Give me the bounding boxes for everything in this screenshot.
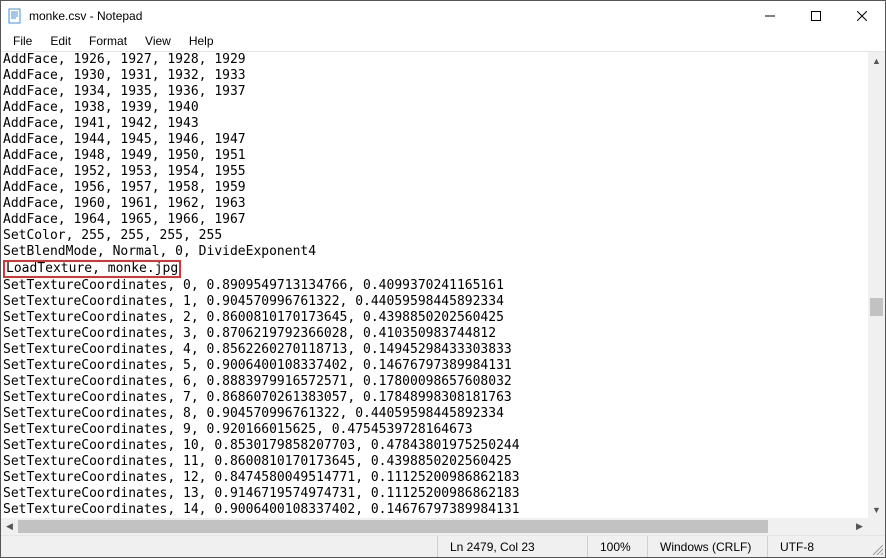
status-zoom: 100%	[587, 536, 647, 557]
text-content[interactable]: AddFace, 1926, 1927, 1928, 1929AddFace, …	[1, 52, 868, 518]
text-line: AddFace, 1934, 1935, 1936, 1937	[3, 84, 866, 100]
text-line: LoadTexture, monke.jpg	[3, 260, 866, 278]
vscroll-thumb[interactable]	[870, 298, 883, 316]
notepad-window: monke.csv - Notepad File Edit Format Vie…	[0, 0, 886, 558]
text-line: SetTextureCoordinates, 5, 0.900640010833…	[3, 358, 866, 374]
scroll-corner	[868, 518, 885, 535]
text-line: SetTextureCoordinates, 13, 0.91467195749…	[3, 486, 866, 502]
window-title: monke.csv - Notepad	[29, 9, 747, 23]
text-line: SetTextureCoordinates, 12, 0.84745800495…	[3, 470, 866, 486]
minimize-button[interactable]	[747, 1, 793, 31]
text-line: SetBlendMode, Normal, 0, DivideExponent4	[3, 244, 866, 260]
text-line: SetTextureCoordinates, 2, 0.860081017017…	[3, 310, 866, 326]
text-line: AddFace, 1964, 1965, 1966, 1967	[3, 212, 866, 228]
scroll-right-arrow-icon[interactable]: ▶	[851, 518, 868, 535]
text-line: AddFace, 1952, 1953, 1954, 1955	[3, 164, 866, 180]
text-line: SetTextureCoordinates, 0, 0.890954971313…	[3, 278, 866, 294]
text-line: SetTextureCoordinates, 3, 0.870621979236…	[3, 326, 866, 342]
text-line: SetTextureCoordinates, 10, 0.85301798582…	[3, 438, 866, 454]
horizontal-scrollbar[interactable]: ◀ ▶	[1, 518, 868, 535]
window-controls	[747, 1, 885, 31]
menu-view[interactable]: View	[137, 32, 179, 50]
text-line: AddFace, 1930, 1931, 1932, 1933	[3, 68, 866, 84]
maximize-button[interactable]	[793, 1, 839, 31]
text-line: SetTextureCoordinates, 4, 0.856226027011…	[3, 342, 866, 358]
scroll-up-arrow-icon[interactable]: ▲	[868, 52, 885, 69]
text-line: SetTextureCoordinates, 1, 0.904570996761…	[3, 294, 866, 310]
text-line: AddFace, 1926, 1927, 1928, 1929	[3, 52, 866, 68]
menu-edit[interactable]: Edit	[42, 32, 79, 50]
status-line-ending: Windows (CRLF)	[647, 536, 767, 557]
menu-file[interactable]: File	[5, 32, 40, 50]
titlebar[interactable]: monke.csv - Notepad	[1, 1, 885, 31]
close-icon	[857, 11, 867, 21]
vertical-scrollbar[interactable]: ▲ ▼	[868, 52, 885, 518]
text-line: AddFace, 1941, 1942, 1943	[3, 116, 866, 132]
highlighted-text: LoadTexture, monke.jpg	[3, 260, 181, 278]
text-line: SetColor, 255, 255, 255, 255	[3, 228, 866, 244]
statusbar: Ln 2479, Col 23 100% Windows (CRLF) UTF-…	[1, 535, 885, 557]
horizontal-scrollbar-row: ◀ ▶	[1, 518, 885, 535]
menu-help[interactable]: Help	[181, 32, 222, 50]
resize-grip[interactable]	[867, 536, 885, 557]
text-line: SetTextureCoordinates, 8, 0.904570996761…	[3, 406, 866, 422]
resize-grip-icon	[871, 543, 883, 555]
text-line: AddFace, 1956, 1957, 1958, 1959	[3, 180, 866, 196]
maximize-icon	[811, 11, 821, 21]
vscroll-track[interactable]	[868, 69, 885, 501]
text-line: SetTextureCoordinates, 7, 0.868607026138…	[3, 390, 866, 406]
close-button[interactable]	[839, 1, 885, 31]
editor-area: AddFace, 1926, 1927, 1928, 1929AddFace, …	[1, 51, 885, 518]
scroll-left-arrow-icon[interactable]: ◀	[1, 518, 18, 535]
text-line: AddFace, 1938, 1939, 1940	[3, 100, 866, 116]
minimize-icon	[765, 11, 775, 21]
hscroll-track[interactable]	[18, 518, 851, 535]
scroll-down-arrow-icon[interactable]: ▼	[868, 501, 885, 518]
status-position: Ln 2479, Col 23	[437, 536, 587, 557]
hscroll-thumb[interactable]	[18, 520, 768, 533]
menubar: File Edit Format View Help	[1, 31, 885, 51]
text-line: SetTextureCoordinates, 6, 0.888397991657…	[3, 374, 866, 390]
text-line: AddFace, 1948, 1949, 1950, 1951	[3, 148, 866, 164]
text-line: SetTextureCoordinates, 14, 0.90064001083…	[3, 502, 866, 518]
text-line: SetTextureCoordinates, 9, 0.920166015625…	[3, 422, 866, 438]
text-line: AddFace, 1960, 1961, 1962, 1963	[3, 196, 866, 212]
text-line: AddFace, 1944, 1945, 1946, 1947	[3, 132, 866, 148]
text-line: SetTextureCoordinates, 11, 0.86008101701…	[3, 454, 866, 470]
status-encoding: UTF-8	[767, 536, 867, 557]
app-icon	[1, 8, 29, 24]
menu-format[interactable]: Format	[81, 32, 135, 50]
